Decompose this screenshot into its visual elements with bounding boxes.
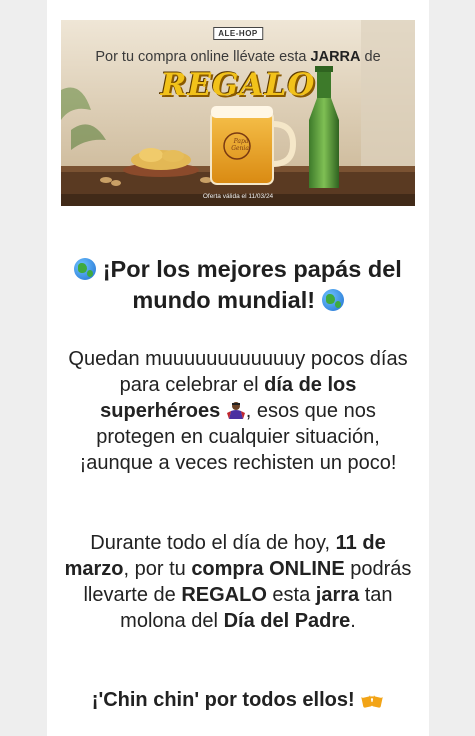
globe-icon	[321, 289, 344, 311]
closing-line: ¡'Chin chin' por todos ellos!	[61, 687, 415, 713]
email-title: ¡Por los mejores papás del mundo mundial…	[47, 254, 429, 316]
superhero-icon	[226, 400, 246, 420]
promo-banner[interactable]: ALE-HOP Por tu compra online llévate est…	[61, 20, 415, 206]
banner-headline: Por tu compra online llévate esta JARRA …	[95, 49, 381, 65]
brand-logo: ALE-HOP	[213, 27, 263, 40]
offer-paragraph: Durante todo el día de hoy, 11 de marzo,…	[64, 532, 412, 632]
email-card: ALE-HOP Por tu compra online llévate est…	[47, 0, 429, 736]
mug-print-text: Papá Genial	[231, 138, 251, 152]
regalo-title: REGALO	[160, 67, 316, 103]
offer-validity: Oferta válida el 11/03/24	[202, 193, 274, 200]
intro-paragraph: Quedan muuuuuuuuuuuuy pocos días para ce…	[68, 348, 408, 474]
banner-illustration	[61, 20, 415, 206]
globe-icon	[74, 258, 97, 280]
clinking-beer-mugs-icon	[360, 689, 384, 709]
